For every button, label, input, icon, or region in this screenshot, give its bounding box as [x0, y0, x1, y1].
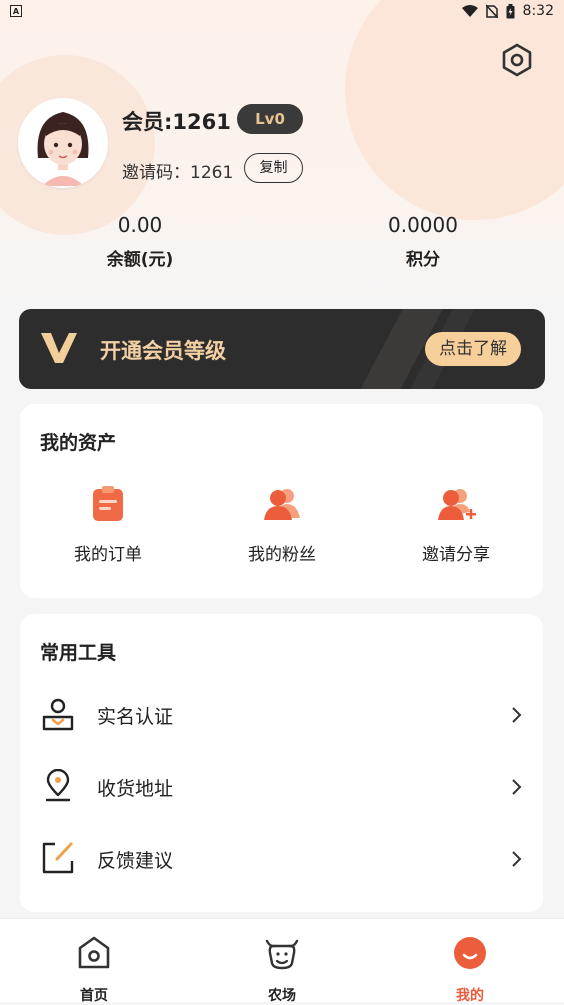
girl-avatar-icon: [37, 112, 89, 186]
balance-stat[interactable]: 0.00 余额(元): [40, 213, 240, 270]
chevron-right-icon: [512, 707, 522, 723]
assets-card: 我的资产 我的订单 我的粉丝 邀请分享: [20, 404, 543, 598]
settings-button[interactable]: [497, 40, 537, 80]
farm-cow-icon: [265, 939, 299, 970]
vip-banner[interactable]: 开通会员等级 点击了解: [19, 309, 545, 389]
tab-mine-label: 我的: [456, 988, 484, 1004]
tab-mine[interactable]: 我的: [420, 935, 520, 1005]
invite-share-label: 邀请分享: [422, 545, 490, 565]
assets-title: 我的资产: [40, 432, 117, 454]
vip-v-icon: [41, 333, 77, 363]
tab-home-label: 首页: [80, 988, 108, 1004]
bottom-tab-bar: 首页 农场 我的: [0, 918, 564, 1005]
real-name-auth-label: 实名认证: [97, 706, 174, 728]
tab-farm-label: 农场: [268, 988, 296, 1004]
profile-smile-icon: [454, 937, 486, 969]
user-verify-icon: [42, 698, 74, 731]
battery-icon: [506, 3, 515, 18]
order-clipboard-icon: [93, 486, 123, 521]
points-value: 0.0000: [388, 213, 458, 237]
chevron-right-icon: [512, 779, 522, 795]
my-fans-label: 我的粉丝: [248, 545, 316, 565]
invite-code: 邀请码：1261: [122, 163, 234, 183]
no-sim-icon: [485, 4, 498, 18]
feedback-label: 反馈建议: [97, 850, 174, 872]
decorative-circle: [345, 0, 564, 220]
level-badge: Lv0: [237, 104, 303, 134]
tools-card: 常用工具 实名认证 收货地址 反馈建议: [20, 614, 543, 912]
invite-share-icon: [438, 489, 476, 520]
chevron-right-icon: [512, 851, 522, 867]
balance-value: 0.00: [117, 213, 163, 237]
feedback-edit-icon: [42, 842, 74, 874]
wifi-icon: [461, 4, 478, 17]
home-icon: [78, 936, 110, 969]
vip-title: 开通会员等级: [100, 339, 226, 363]
tab-home[interactable]: 首页: [44, 935, 144, 1005]
tools-title: 常用工具: [40, 642, 117, 664]
feedback-row[interactable]: 反馈建议: [20, 824, 543, 894]
clock: 8:32: [522, 3, 554, 19]
location-pin-icon: [45, 769, 71, 802]
points-label: 积分: [406, 250, 440, 270]
tab-farm[interactable]: 农场: [232, 935, 332, 1005]
hexagon-settings-icon: [502, 43, 532, 77]
real-name-auth-row[interactable]: 实名认证: [20, 680, 543, 750]
shipping-address-row[interactable]: 收货地址: [20, 752, 543, 822]
my-fans-item[interactable]: 我的粉丝: [212, 484, 352, 565]
copy-button[interactable]: 复制: [244, 153, 303, 183]
shipping-address-label: 收货地址: [97, 778, 174, 800]
member-name: 会员:1261: [122, 110, 231, 134]
points-stat[interactable]: 0.0000 积分: [323, 213, 523, 270]
avatar[interactable]: [18, 98, 108, 188]
my-orders-item[interactable]: 我的订单: [38, 484, 178, 565]
my-orders-label: 我的订单: [74, 545, 142, 565]
status-bar: A 8:32: [0, 0, 564, 24]
invite-share-item[interactable]: 邀请分享: [386, 484, 526, 565]
learn-more-button[interactable]: 点击了解: [425, 332, 521, 366]
notification-a-icon: A: [10, 5, 22, 17]
balance-label: 余额(元): [106, 250, 174, 270]
fans-people-icon: [264, 489, 300, 520]
